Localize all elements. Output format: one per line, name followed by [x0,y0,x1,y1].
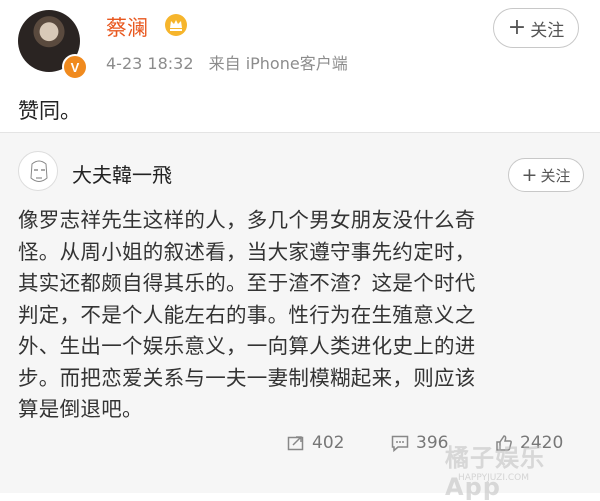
repost-action[interactable]: 402 [286,423,344,463]
repost-line: 步。而把恋爱关系与一夫一妻制模糊起来，则应该 [18,365,476,390]
repost-line: 外、生出一个娱乐意义，一向算人类进化史上的进 [18,334,476,358]
comment-action[interactable]: 396 [390,423,448,463]
follow-button[interactable]: + 关注 [493,8,579,48]
repost-author-name[interactable]: 大夫韓一飛 [72,159,172,188]
share-icon [287,436,304,451]
author-name[interactable]: 蔡澜 [106,12,148,42]
post-timestamp: 4-23 18:32 [106,54,194,73]
repost-line: 像罗志祥先生这样的人，多几个男女朋友没什么奇 [18,208,476,232]
repost-line: 算是倒退吧。 [18,397,143,421]
sketch-face-icon [30,160,48,182]
plus-icon: + [507,15,527,40]
repost-follow-label: 关注 [540,166,571,185]
post-content: 赞同。 [18,99,81,123]
repost-author-avatar[interactable] [18,151,58,191]
comment-icon [391,435,409,453]
repost-count: 402 [312,433,345,453]
post-meta: 4-23 18:32 来自 iPhone客户端 [106,50,358,74]
repost-line: 怪。从周小姐的叙述看，当大家遵守事先约定时， [18,239,476,264]
follow-label: 关注 [530,20,565,41]
comment-count: 396 [416,433,449,453]
verified-badge: V [62,54,88,80]
repost-line: 判定，不是个人能左右的事。性行为在生殖意义之 [18,302,476,327]
watermark-sub: HAPPYJUZI.COM [458,473,529,483]
author-avatar[interactable]: V [18,10,88,80]
repost-follow-button[interactable]: + 关注 [508,158,584,192]
repost-content: 像罗志祥先生这样的人，多几个男女朋友没什么奇 怪。从周小姐的叙述看，当大家遵守事… [18,205,584,426]
weibo-post: V 蔡澜 4-23 18:32 来自 iPhone客户端 + 关注 赞同。 [0,0,600,132]
reposted-weibo[interactable]: 大夫韓一飛 + 关注 像罗志祥先生这样的人，多几个男女朋友没什么奇 怪。从周小姐… [0,132,600,501]
post-source: 来自 iPhone客户端 [208,54,348,73]
plus-icon: + [521,163,538,186]
crown-icon [165,14,187,36]
repost-line: 其实还都颇自得其乐的。至于渣不渣？这是个时代 [18,271,476,295]
